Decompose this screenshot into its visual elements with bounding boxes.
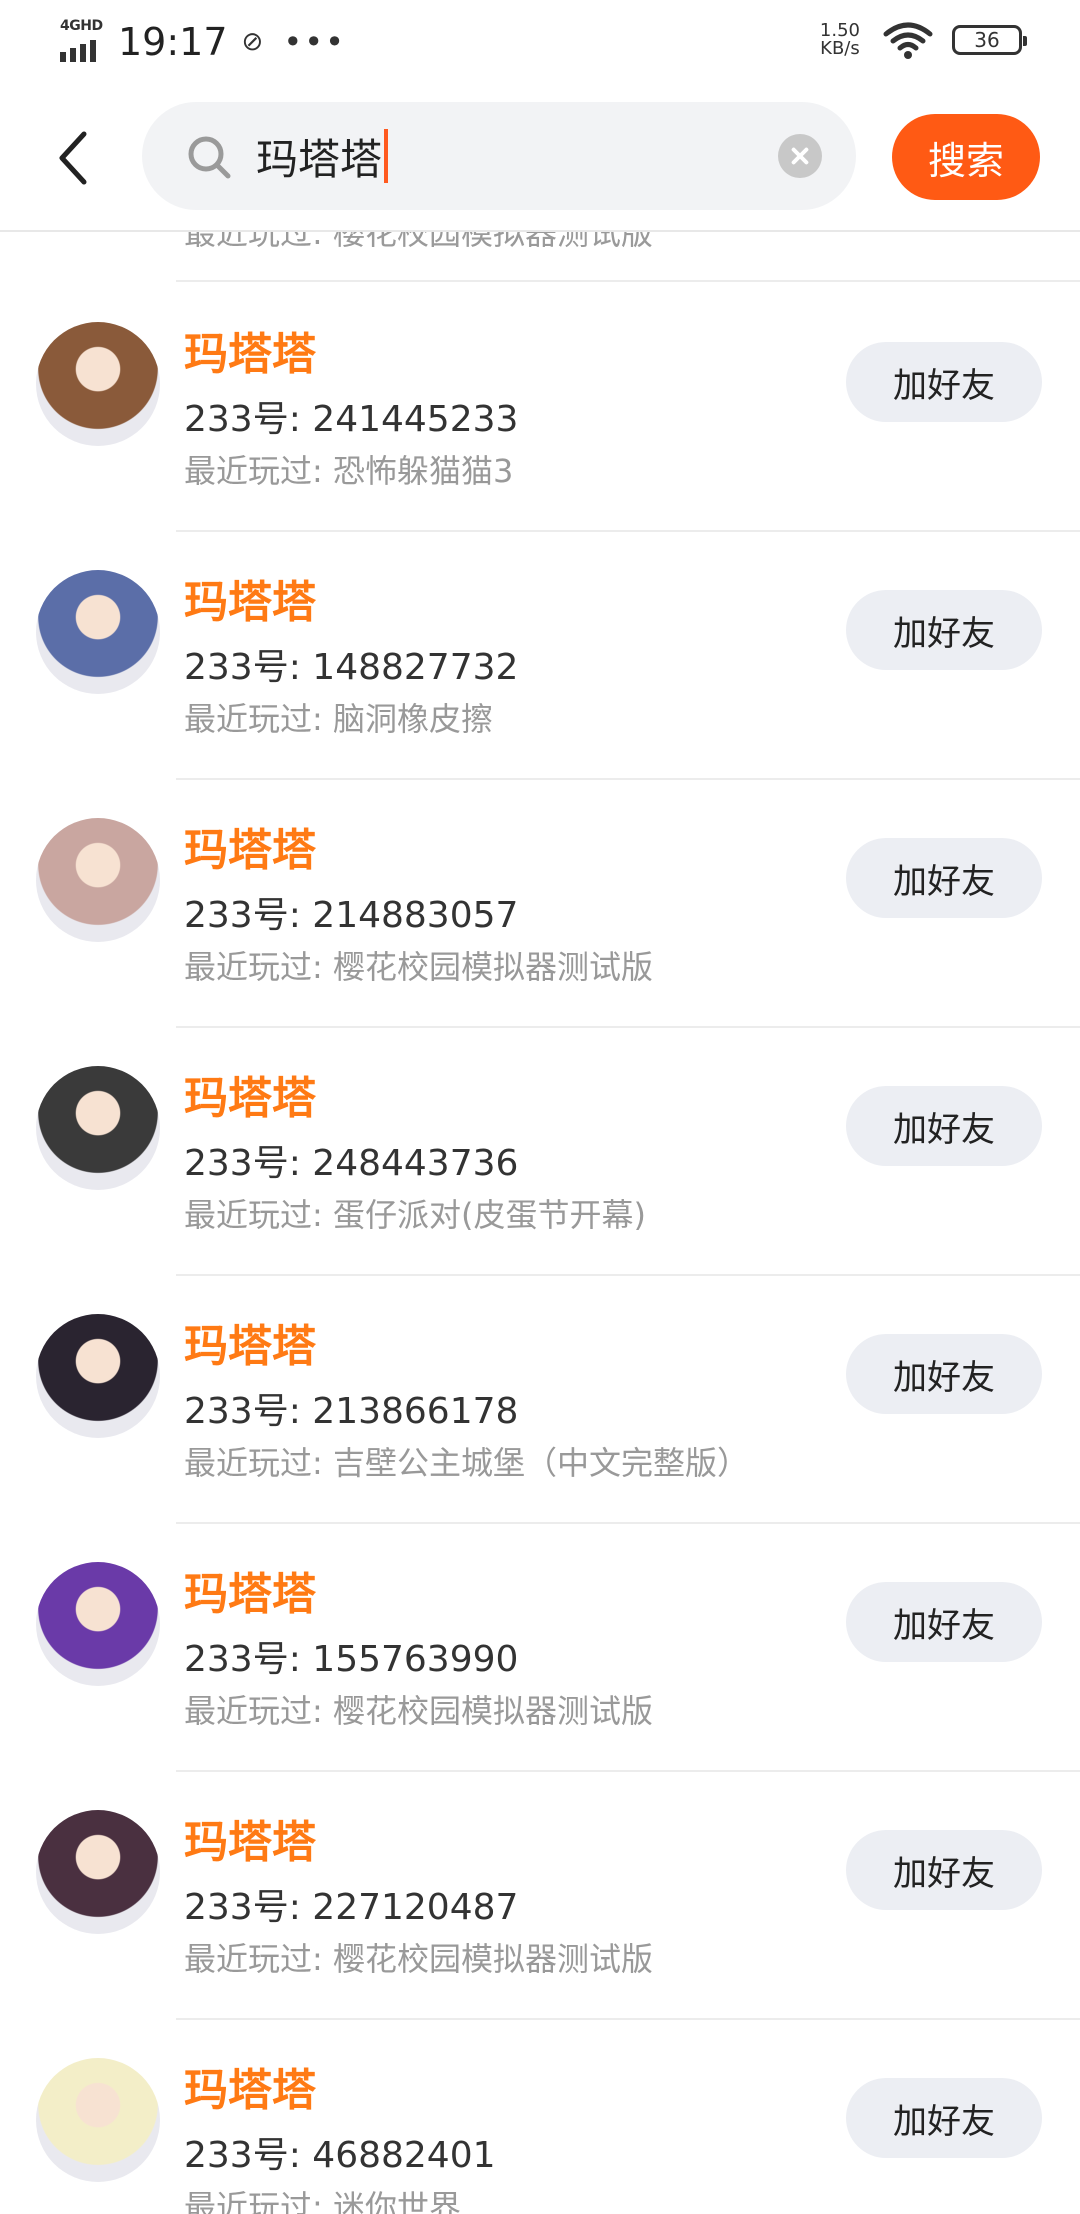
search-query-text: 玛塔塔	[256, 134, 383, 184]
recent-played: 最近玩过: 樱花校园模拟器测试版	[184, 948, 653, 986]
signal-icon: 4GHD	[58, 18, 106, 62]
list-item[interactable]: 玛塔塔 233号: 155763990 最近玩过: 樱花校园模拟器测试版 加好友	[0, 1522, 1080, 1770]
user-name: 玛塔塔	[184, 1073, 316, 1124]
partial-recent-played: 最近玩过: 樱花校园模拟器测试版	[184, 230, 653, 252]
add-friend-button[interactable]: 加好友	[846, 1830, 1042, 1910]
user-name: 玛塔塔	[184, 1321, 316, 1372]
user-name: 玛塔塔	[184, 1817, 316, 1868]
user-id: 233号: 148827732	[184, 647, 519, 688]
recent-played: 最近玩过: 樱花校园模拟器测试版	[184, 1692, 653, 1730]
add-friend-button[interactable]: 加好友	[846, 590, 1042, 670]
clock: 19:17	[118, 20, 228, 64]
recent-played: 最近玩过: 吉壁公主城堡（中文完整版）	[184, 1444, 749, 1482]
avatar[interactable]	[36, 1562, 160, 1686]
text-cursor	[384, 129, 389, 183]
status-bar: 4GHD 19:17 ⊘ ••• 1.50 KB/s 36	[0, 0, 1080, 90]
battery-level: 36	[974, 28, 1000, 52]
recent-played: 最近玩过: 迷你世界	[184, 2188, 461, 2214]
search-query[interactable]: 玛塔塔	[256, 128, 389, 184]
user-id: 233号: 214883057	[184, 895, 519, 936]
recent-played: 最近玩过: 脑洞橡皮擦	[184, 700, 493, 738]
user-id: 233号: 213866178	[184, 1391, 519, 1432]
clear-icon[interactable]	[778, 134, 822, 178]
more-notifications-icon: •••	[283, 23, 346, 61]
add-friend-button[interactable]: 加好友	[846, 1334, 1042, 1414]
wifi-icon	[883, 22, 933, 59]
add-friend-button[interactable]: 加好友	[846, 2078, 1042, 2158]
add-friend-button[interactable]: 加好友	[846, 1582, 1042, 1662]
user-name: 玛塔塔	[184, 825, 316, 876]
avatar[interactable]	[36, 1810, 160, 1934]
battery-icon: 36	[952, 25, 1027, 55]
list-item[interactable]: 玛塔塔 233号: 148827732 最近玩过: 脑洞橡皮擦 加好友	[0, 530, 1080, 778]
user-name: 玛塔塔	[184, 577, 316, 628]
user-id: 233号: 46882401	[184, 2135, 496, 2176]
user-id: 233号: 155763990	[184, 1639, 519, 1680]
list-item[interactable]: 玛塔塔 233号: 241445233 最近玩过: 恐怖躲猫猫3 加好友	[0, 282, 1080, 530]
avatar[interactable]	[36, 2058, 160, 2182]
user-id: 233号: 241445233	[184, 399, 519, 440]
avatar[interactable]	[36, 1314, 160, 1438]
recent-played: 最近玩过: 蛋仔派对(皮蛋节开幕)	[184, 1196, 646, 1234]
avatar[interactable]	[36, 1066, 160, 1190]
user-id: 233号: 248443736	[184, 1143, 519, 1184]
list-item[interactable]: 玛塔塔 233号: 46882401 最近玩过: 迷你世界 加好友	[0, 2018, 1080, 2214]
list-item[interactable]: 玛塔塔 233号: 213866178 最近玩过: 吉壁公主城堡（中文完整版） 加好友	[0, 1274, 1080, 1522]
search-input[interactable]: 玛塔塔	[142, 102, 856, 210]
list-item[interactable]: 玛塔塔 233号: 248443736 最近玩过: 蛋仔派对(皮蛋节开幕) 加好友	[0, 1026, 1080, 1274]
network-speed: 1.50 KB/s	[820, 22, 860, 58]
list-item[interactable]: 玛塔塔 233号: 214883057 最近玩过: 樱花校园模拟器测试版 加好友	[0, 778, 1080, 1026]
avatar[interactable]	[36, 570, 160, 694]
search-button[interactable]: 搜索	[892, 114, 1040, 200]
user-id: 233号: 227120487	[184, 1887, 519, 1928]
user-name: 玛塔塔	[184, 2065, 316, 2116]
search-results-list[interactable]: 最近玩过: 樱花校园模拟器测试版 玛塔塔 233号: 241445233 最近玩过:…	[0, 230, 1080, 2214]
add-friend-button[interactable]: 加好友	[846, 342, 1042, 422]
status-right: 1.50 KB/s 36	[820, 20, 1027, 60]
user-name: 玛塔塔	[184, 329, 316, 380]
status-left: 4GHD 19:17 ⊘ •••	[58, 18, 346, 64]
back-arrow-icon[interactable]	[50, 128, 100, 188]
add-friend-button[interactable]: 加好友	[846, 838, 1042, 918]
network-speed-unit: KB/s	[820, 38, 860, 59]
recent-played: 最近玩过: 樱花校园模拟器测试版	[184, 1940, 653, 1978]
user-name: 玛塔塔	[184, 1569, 316, 1620]
search-header: 玛塔塔 搜索	[0, 90, 1080, 232]
silent-mode-icon: ⊘	[241, 27, 264, 57]
avatar[interactable]	[36, 818, 160, 942]
avatar[interactable]	[36, 322, 160, 446]
search-icon	[188, 136, 231, 179]
network-type: 4GHD	[60, 18, 103, 34]
list-item[interactable]: 玛塔塔 233号: 227120487 最近玩过: 樱花校园模拟器测试版 加好友	[0, 1770, 1080, 2018]
recent-played: 最近玩过: 恐怖躲猫猫3	[184, 452, 514, 490]
add-friend-button[interactable]: 加好友	[846, 1086, 1042, 1166]
